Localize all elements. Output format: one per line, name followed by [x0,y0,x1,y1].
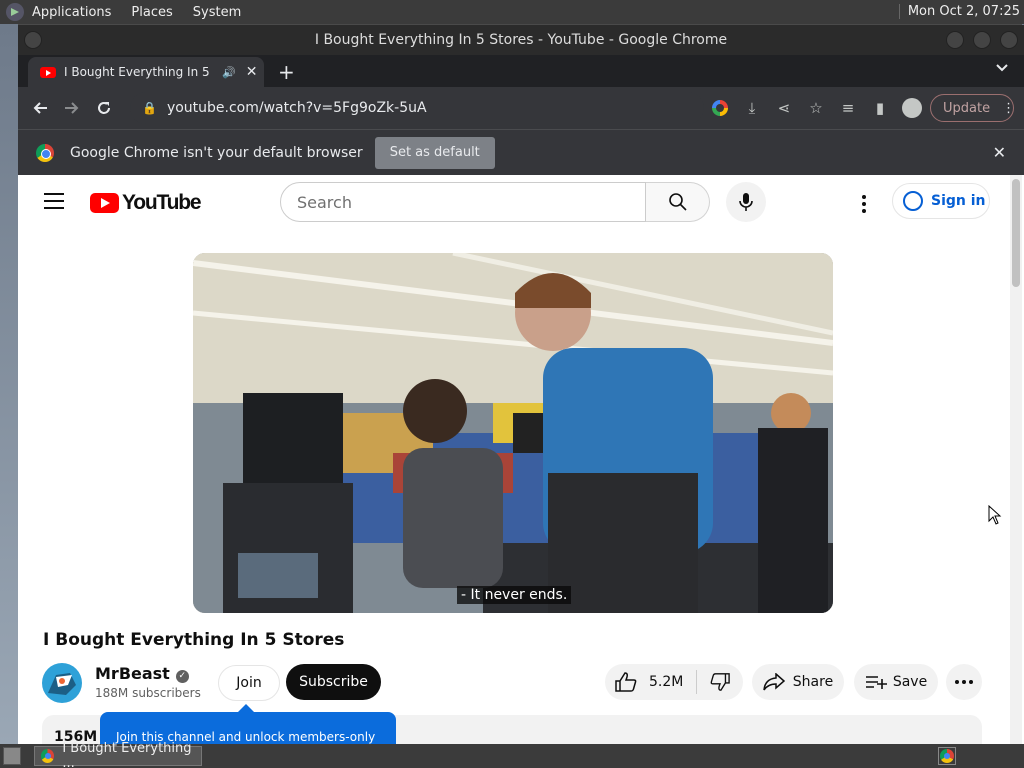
tab-close-icon[interactable]: ✕ [246,64,258,80]
lock-icon[interactable]: 🔒 [142,101,157,115]
panel-clock[interactable]: Mon Oct 2, 07:25 [898,4,1020,19]
search-button[interactable] [646,182,710,222]
save-label: Save [892,674,928,690]
channel-avatar[interactable] [42,663,82,703]
bottom-taskbar: I Bought Everything ... [0,741,1024,768]
infobar-message: Google Chrome isn't your default browser [70,144,363,161]
thumbs-down-icon [710,673,730,691]
profile-avatar-icon[interactable] [902,98,922,118]
minimize-button[interactable] [946,31,964,49]
verified-badge-icon: ✓ [175,670,189,683]
system-menu[interactable]: System [193,5,241,20]
places-menu[interactable]: Places [131,5,172,20]
gnome-menu-icon[interactable] [6,3,24,21]
maximize-button[interactable] [973,31,991,49]
chrome-menu-icon[interactable]: ⋮ [1002,101,1015,116]
desktop: Applications Places System Mon Oct 2, 07… [0,0,1024,768]
video-player[interactable]: - It never ends. [193,253,833,613]
youtube-favicon-icon [40,66,56,78]
like-button[interactable]: 5.2M [605,670,697,694]
channel-name-text[interactable]: MrBeast [95,664,170,683]
back-button[interactable] [24,92,56,124]
taskbar-window-label: I Bought Everything ... [62,741,192,768]
tab-search-chevron-icon[interactable] [996,61,1008,75]
chrome-window: I Bought Everything In 5 Stores - YouTub… [18,25,1024,744]
top-panel: Applications Places System Mon Oct 2, 07… [0,0,1024,24]
install-app-icon[interactable]: ⤓ [736,99,768,117]
sign-in-label: Sign in [931,193,986,209]
new-tab-button[interactable]: + [278,60,295,84]
set-default-button[interactable]: Set as default [374,136,495,169]
url-text[interactable]: youtube.com/watch?v=5Fg9oZk-5uA [167,100,427,116]
page-scrollbar[interactable] [1010,175,1022,744]
taskbar-chrome-window[interactable]: I Bought Everything ... [34,741,202,768]
infobar-close-icon[interactable]: ✕ [993,143,1006,162]
more-actions-button[interactable] [946,664,982,700]
window-menu-button[interactable] [24,31,42,49]
playlist-add-icon [865,676,887,689]
subscriber-count: 188M subscribers [95,686,201,700]
youtube-play-logo-icon [90,193,119,213]
tab-strip: I Bought Everything In 5 Stores - YouTub… [18,55,1024,87]
sign-in-button[interactable]: Sign in [892,183,990,219]
subscribe-button[interactable]: Subscribe [286,664,381,700]
video-title: I Bought Everything In 5 Stores [43,630,345,650]
reload-button[interactable] [88,92,120,124]
search-icon [668,193,687,211]
address-bar[interactable]: 🔒 youtube.com/watch?v=5Fg9oZk-5uA [130,92,704,124]
account-icon [903,191,923,211]
browser-toolbar: 🔒 youtube.com/watch?v=5Fg9oZk-5uA ⤓ ⋖ ☆ … [18,87,1024,129]
dislike-button[interactable] [697,672,743,692]
default-browser-infobar: Google Chrome isn't your default browser… [18,129,1024,175]
show-desktop-icon[interactable] [3,747,21,765]
share-button[interactable]: Share [752,664,844,700]
update-button[interactable]: Update ⋮ [930,94,1015,122]
speaker-icon[interactable]: 🔊 [222,66,236,79]
web-page: YouTube Search Sign in - It never ends. … [18,175,1024,744]
share-icon[interactable]: ⋖ [768,99,800,117]
mouse-pointer-icon [988,505,1002,525]
tab-youtube[interactable]: I Bought Everything In 5 Stores - YouTub… [28,57,264,87]
scrollbar-thumb[interactable] [1012,179,1020,287]
join-tooltip: Join this channel and unlock members-onl… [100,704,396,744]
like-count: 5.2M [649,674,684,690]
microphone-icon [739,193,753,211]
chrome-logo-icon [36,143,54,162]
youtube-logo-text: YouTube [122,191,202,214]
close-window-button[interactable] [1000,31,1018,49]
desktop-background [0,24,18,744]
chrome-taskbar-icon [41,749,55,763]
voice-search-button[interactable] [726,182,766,222]
join-button[interactable]: Join [218,665,280,701]
share-arrow-icon [763,673,785,691]
closed-caption-text: - It never ends. [457,586,572,604]
search-input[interactable]: Search [280,182,646,222]
thumbs-up-icon [615,672,637,692]
youtube-logo[interactable]: YouTube [90,191,202,215]
youtube-masthead: YouTube Search Sign in [18,175,1010,231]
forward-button[interactable] [56,92,88,124]
side-panel-icon[interactable]: ▮ [864,99,896,117]
applications-menu[interactable]: Applications [32,5,111,20]
save-button[interactable]: Save [854,664,938,700]
window-titlebar[interactable]: I Bought Everything In 5 Stores - YouTub… [18,25,1024,55]
settings-kebab-icon[interactable] [852,192,876,216]
like-dislike-group: 5.2M [605,664,743,700]
channel-name[interactable]: MrBeast ✓ [95,664,189,683]
update-label: Update [943,100,991,116]
window-title: I Bought Everything In 5 Stores - YouTub… [314,32,728,48]
bookmark-star-icon[interactable]: ☆ [800,99,832,117]
video-frame [193,253,833,613]
media-control-icon[interactable]: ≡ [832,99,864,117]
tray-chrome-icon[interactable] [938,747,956,765]
google-lens-icon[interactable] [712,100,728,116]
share-label: Share [792,674,834,690]
guide-menu-icon[interactable] [44,193,64,209]
toolbar-icons: ⤓ ⋖ ☆ ≡ ▮ [704,92,928,124]
tab-title: I Bought Everything In 5 Stores - YouTub… [64,65,214,79]
